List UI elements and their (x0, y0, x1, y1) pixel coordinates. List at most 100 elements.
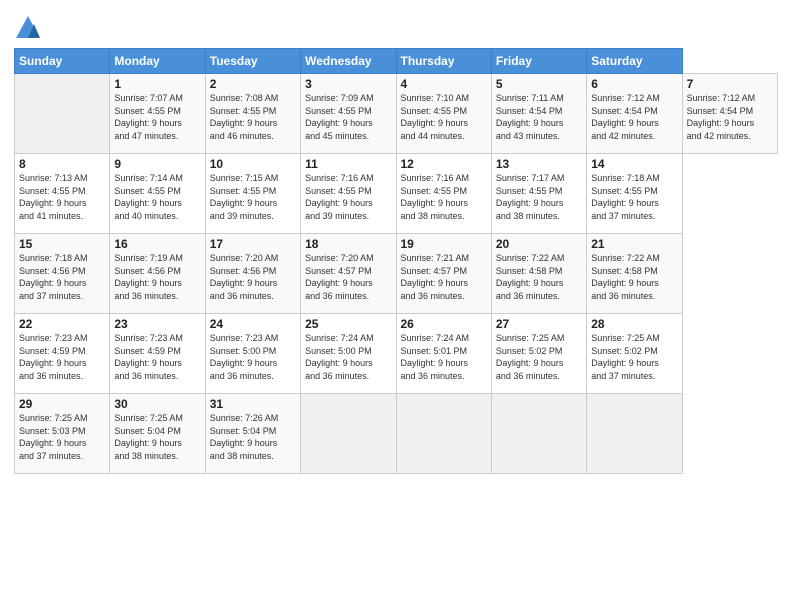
day-number: 23 (114, 317, 200, 331)
day-info: Sunrise: 7:19 AM Sunset: 4:56 PM Dayligh… (114, 252, 200, 302)
day-info: Sunrise: 7:20 AM Sunset: 4:57 PM Dayligh… (305, 252, 391, 302)
day-info: Sunrise: 7:16 AM Sunset: 4:55 PM Dayligh… (401, 172, 487, 222)
day-info: Sunrise: 7:10 AM Sunset: 4:55 PM Dayligh… (401, 92, 487, 142)
day-number: 13 (496, 157, 582, 171)
calendar-cell: 31Sunrise: 7:26 AM Sunset: 5:04 PM Dayli… (205, 394, 300, 474)
day-number: 2 (210, 77, 296, 91)
day-info: Sunrise: 7:22 AM Sunset: 4:58 PM Dayligh… (496, 252, 582, 302)
day-number: 30 (114, 397, 200, 411)
day-number: 24 (210, 317, 296, 331)
day-info: Sunrise: 7:09 AM Sunset: 4:55 PM Dayligh… (305, 92, 391, 142)
calendar-day-header: Wednesday (301, 49, 396, 74)
page-container: SundayMondayTuesdayWednesdayThursdayFrid… (0, 0, 792, 484)
day-info: Sunrise: 7:07 AM Sunset: 4:55 PM Dayligh… (114, 92, 200, 142)
calendar-cell (15, 74, 110, 154)
day-info: Sunrise: 7:18 AM Sunset: 4:56 PM Dayligh… (19, 252, 105, 302)
day-info: Sunrise: 7:24 AM Sunset: 5:00 PM Dayligh… (305, 332, 391, 382)
day-number: 16 (114, 237, 200, 251)
day-number: 29 (19, 397, 105, 411)
day-info: Sunrise: 7:16 AM Sunset: 4:55 PM Dayligh… (305, 172, 391, 222)
day-number: 5 (496, 77, 582, 91)
day-number: 19 (401, 237, 487, 251)
day-number: 18 (305, 237, 391, 251)
day-number: 14 (591, 157, 677, 171)
calendar-cell: 28Sunrise: 7:25 AM Sunset: 5:02 PM Dayli… (587, 314, 682, 394)
calendar-day-header: Thursday (396, 49, 491, 74)
day-number: 21 (591, 237, 677, 251)
day-number: 1 (114, 77, 200, 91)
day-number: 17 (210, 237, 296, 251)
calendar-day-header: Saturday (587, 49, 682, 74)
day-info: Sunrise: 7:13 AM Sunset: 4:55 PM Dayligh… (19, 172, 105, 222)
calendar-cell: 22Sunrise: 7:23 AM Sunset: 4:59 PM Dayli… (15, 314, 110, 394)
day-info: Sunrise: 7:23 AM Sunset: 4:59 PM Dayligh… (114, 332, 200, 382)
day-info: Sunrise: 7:26 AM Sunset: 5:04 PM Dayligh… (210, 412, 296, 462)
calendar-cell: 10Sunrise: 7:15 AM Sunset: 4:55 PM Dayli… (205, 154, 300, 234)
day-info: Sunrise: 7:11 AM Sunset: 4:54 PM Dayligh… (496, 92, 582, 142)
day-info: Sunrise: 7:15 AM Sunset: 4:55 PM Dayligh… (210, 172, 296, 222)
calendar-day-header: Monday (110, 49, 205, 74)
calendar-cell: 7Sunrise: 7:12 AM Sunset: 4:54 PM Daylig… (682, 74, 777, 154)
calendar-week-row: 8Sunrise: 7:13 AM Sunset: 4:55 PM Daylig… (15, 154, 778, 234)
calendar-cell: 13Sunrise: 7:17 AM Sunset: 4:55 PM Dayli… (491, 154, 586, 234)
day-info: Sunrise: 7:12 AM Sunset: 4:54 PM Dayligh… (687, 92, 773, 142)
day-number: 12 (401, 157, 487, 171)
day-number: 9 (114, 157, 200, 171)
logo (14, 14, 46, 42)
day-number: 22 (19, 317, 105, 331)
calendar-cell: 27Sunrise: 7:25 AM Sunset: 5:02 PM Dayli… (491, 314, 586, 394)
calendar-cell: 26Sunrise: 7:24 AM Sunset: 5:01 PM Dayli… (396, 314, 491, 394)
calendar-header-row: SundayMondayTuesdayWednesdayThursdayFrid… (15, 49, 778, 74)
calendar-cell: 9Sunrise: 7:14 AM Sunset: 4:55 PM Daylig… (110, 154, 205, 234)
calendar-cell: 19Sunrise: 7:21 AM Sunset: 4:57 PM Dayli… (396, 234, 491, 314)
calendar-cell: 30Sunrise: 7:25 AM Sunset: 5:04 PM Dayli… (110, 394, 205, 474)
day-info: Sunrise: 7:22 AM Sunset: 4:58 PM Dayligh… (591, 252, 677, 302)
day-info: Sunrise: 7:25 AM Sunset: 5:04 PM Dayligh… (114, 412, 200, 462)
day-info: Sunrise: 7:23 AM Sunset: 4:59 PM Dayligh… (19, 332, 105, 382)
calendar-cell: 23Sunrise: 7:23 AM Sunset: 4:59 PM Dayli… (110, 314, 205, 394)
day-number: 6 (591, 77, 677, 91)
calendar-cell: 6Sunrise: 7:12 AM Sunset: 4:54 PM Daylig… (587, 74, 682, 154)
calendar-cell (396, 394, 491, 474)
calendar-cell: 5Sunrise: 7:11 AM Sunset: 4:54 PM Daylig… (491, 74, 586, 154)
calendar-cell: 12Sunrise: 7:16 AM Sunset: 4:55 PM Dayli… (396, 154, 491, 234)
day-info: Sunrise: 7:12 AM Sunset: 4:54 PM Dayligh… (591, 92, 677, 142)
calendar-cell: 20Sunrise: 7:22 AM Sunset: 4:58 PM Dayli… (491, 234, 586, 314)
day-info: Sunrise: 7:21 AM Sunset: 4:57 PM Dayligh… (401, 252, 487, 302)
day-info: Sunrise: 7:25 AM Sunset: 5:02 PM Dayligh… (591, 332, 677, 382)
calendar-cell: 15Sunrise: 7:18 AM Sunset: 4:56 PM Dayli… (15, 234, 110, 314)
day-number: 3 (305, 77, 391, 91)
calendar-week-row: 29Sunrise: 7:25 AM Sunset: 5:03 PM Dayli… (15, 394, 778, 474)
day-info: Sunrise: 7:18 AM Sunset: 4:55 PM Dayligh… (591, 172, 677, 222)
calendar-week-row: 22Sunrise: 7:23 AM Sunset: 4:59 PM Dayli… (15, 314, 778, 394)
calendar-cell (301, 394, 396, 474)
day-number: 31 (210, 397, 296, 411)
calendar-cell: 11Sunrise: 7:16 AM Sunset: 4:55 PM Dayli… (301, 154, 396, 234)
calendar-cell: 21Sunrise: 7:22 AM Sunset: 4:58 PM Dayli… (587, 234, 682, 314)
day-info: Sunrise: 7:25 AM Sunset: 5:02 PM Dayligh… (496, 332, 582, 382)
calendar-week-row: 1Sunrise: 7:07 AM Sunset: 4:55 PM Daylig… (15, 74, 778, 154)
header (14, 10, 778, 42)
day-info: Sunrise: 7:20 AM Sunset: 4:56 PM Dayligh… (210, 252, 296, 302)
day-number: 11 (305, 157, 391, 171)
calendar-cell: 18Sunrise: 7:20 AM Sunset: 4:57 PM Dayli… (301, 234, 396, 314)
calendar-cell (491, 394, 586, 474)
calendar-day-header: Sunday (15, 49, 110, 74)
calendar-cell (587, 394, 682, 474)
calendar-cell: 24Sunrise: 7:23 AM Sunset: 5:00 PM Dayli… (205, 314, 300, 394)
calendar-cell: 29Sunrise: 7:25 AM Sunset: 5:03 PM Dayli… (15, 394, 110, 474)
day-number: 27 (496, 317, 582, 331)
calendar-cell: 8Sunrise: 7:13 AM Sunset: 4:55 PM Daylig… (15, 154, 110, 234)
day-number: 10 (210, 157, 296, 171)
logo-icon (14, 14, 42, 42)
calendar-week-row: 15Sunrise: 7:18 AM Sunset: 4:56 PM Dayli… (15, 234, 778, 314)
calendar-cell: 17Sunrise: 7:20 AM Sunset: 4:56 PM Dayli… (205, 234, 300, 314)
day-number: 4 (401, 77, 487, 91)
day-info: Sunrise: 7:25 AM Sunset: 5:03 PM Dayligh… (19, 412, 105, 462)
calendar-cell: 25Sunrise: 7:24 AM Sunset: 5:00 PM Dayli… (301, 314, 396, 394)
day-number: 28 (591, 317, 677, 331)
day-info: Sunrise: 7:17 AM Sunset: 4:55 PM Dayligh… (496, 172, 582, 222)
day-number: 26 (401, 317, 487, 331)
day-info: Sunrise: 7:24 AM Sunset: 5:01 PM Dayligh… (401, 332, 487, 382)
day-info: Sunrise: 7:23 AM Sunset: 5:00 PM Dayligh… (210, 332, 296, 382)
